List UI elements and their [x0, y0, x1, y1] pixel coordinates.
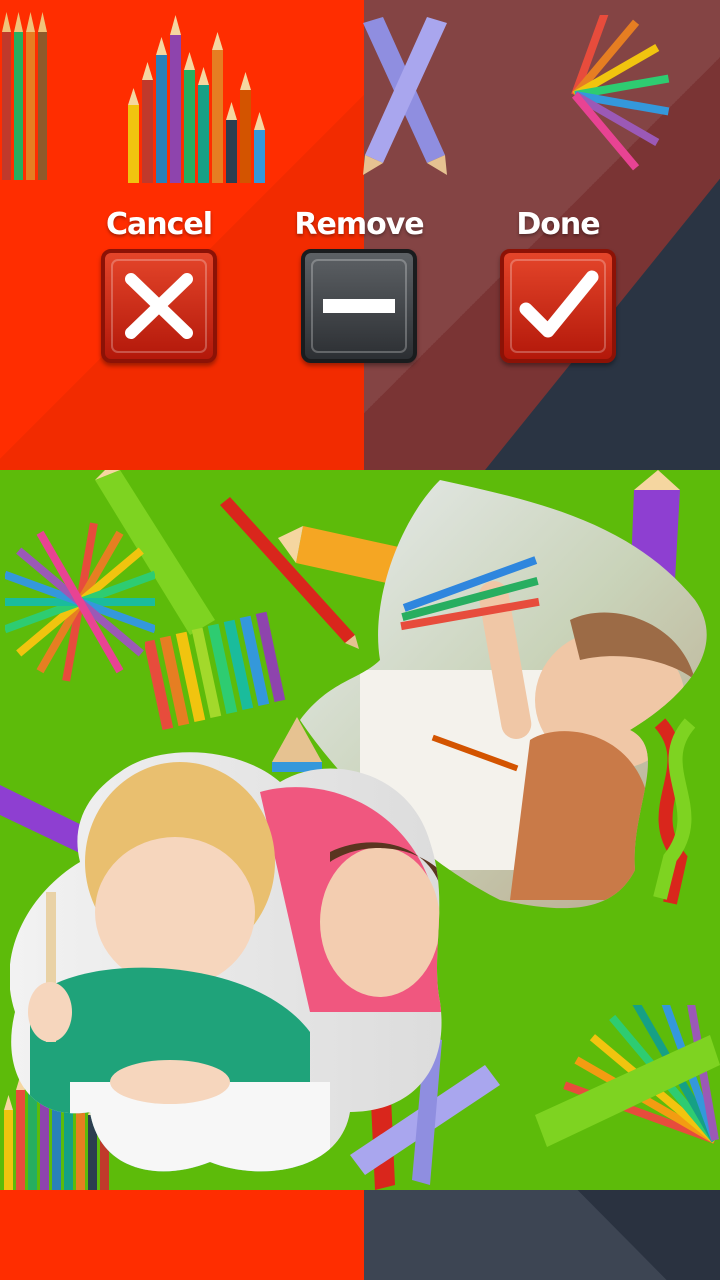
pencil-bundle-icon: [128, 15, 265, 183]
done-label: Done: [516, 207, 600, 242]
color-wheel-pencils-icon: [5, 522, 155, 682]
done-button[interactable]: [500, 249, 616, 363]
photo-frame-girl-and-mother[interactable]: [10, 752, 442, 1178]
remove-button[interactable]: [301, 249, 417, 363]
minus-icon: [323, 299, 395, 313]
crossed-pencils-icon: [363, 17, 447, 175]
remove-action[interactable]: Remove: [284, 205, 434, 363]
green-pencil-bottom-icon: [535, 1035, 720, 1147]
done-action[interactable]: Done: [483, 205, 633, 363]
bottom-left-background: [0, 1190, 364, 1280]
pencils-left-edge-icon: [2, 12, 47, 180]
remove-label: Remove: [294, 207, 424, 242]
checkmark-icon: [519, 270, 599, 338]
close-icon: [125, 273, 193, 339]
cancel-action[interactable]: Cancel: [84, 205, 234, 363]
pencil-fan-icon: [571, 15, 670, 171]
cancel-button[interactable]: [101, 249, 217, 363]
cancel-label: Cancel: [105, 207, 213, 242]
